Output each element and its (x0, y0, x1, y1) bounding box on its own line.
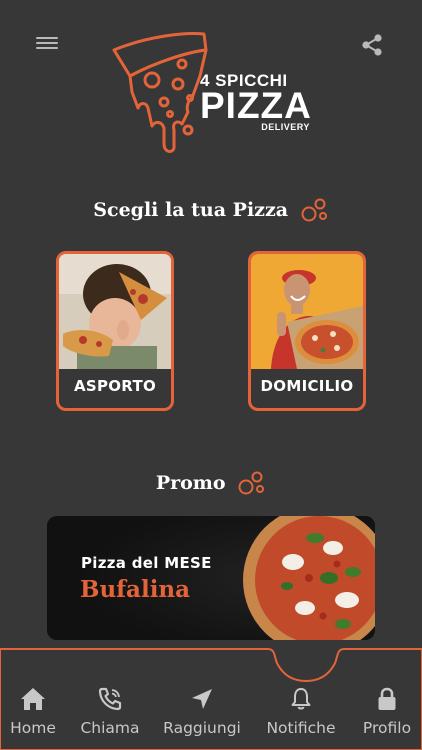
bubbles-icon (238, 471, 265, 495)
navigation-arrow-icon (192, 689, 212, 709)
promo-section-title: Promo (0, 471, 422, 497)
domicilio-photo (251, 254, 363, 369)
nav-chiama-label: Chiama (80, 719, 140, 737)
asporto-label: ASPORTO (73, 377, 157, 395)
nav-raggiungi[interactable]: Raggiungi (158, 686, 246, 750)
bottom-nav: Home Chiama Raggiungi Notifiche Profilo (0, 686, 422, 750)
domicilio-label: DOMICILIO (260, 377, 354, 395)
nav-notifiche[interactable]: Notifiche (260, 686, 342, 750)
phone-icon (98, 687, 122, 711)
header: 4 SPICCHI PIZZA DELIVERY (0, 0, 422, 160)
promo-subtitle: Pizza del MESE (81, 554, 212, 572)
bell-icon (291, 688, 311, 710)
share-icon[interactable] (360, 34, 384, 56)
nav-profilo[interactable]: Profilo (356, 686, 418, 750)
domicilio-card[interactable]: DOMICILIO (248, 251, 366, 411)
nav-raggiungi-label: Raggiungi (163, 719, 241, 737)
nav-home-label: Home (10, 719, 56, 737)
nav-chiama[interactable]: Chiama (76, 686, 144, 750)
hamburger-menu-icon[interactable] (36, 34, 58, 54)
promo-section-title-text: Promo (155, 472, 226, 494)
choose-section-title: Scegli la tua Pizza (0, 198, 422, 224)
brand-line-2: PIZZA (200, 85, 312, 126)
promo-banner[interactable]: Pizza del MESE Bufalina (47, 516, 375, 640)
promo-pizza-name: Bufalina (80, 576, 191, 603)
asporto-photo (59, 254, 171, 369)
nav-notifiche-label: Notifiche (266, 719, 336, 737)
nav-profilo-label: Profilo (362, 719, 412, 737)
home-icon (21, 688, 45, 710)
asporto-card[interactable]: ASPORTO (56, 251, 174, 411)
lock-icon (378, 687, 396, 710)
nav-home[interactable]: Home (0, 686, 66, 750)
choose-section-title-text: Scegli la tua Pizza (93, 199, 289, 221)
brand-wordmark: 4 SPICCHI PIZZA DELIVERY (200, 72, 312, 133)
bubbles-icon (301, 198, 327, 222)
